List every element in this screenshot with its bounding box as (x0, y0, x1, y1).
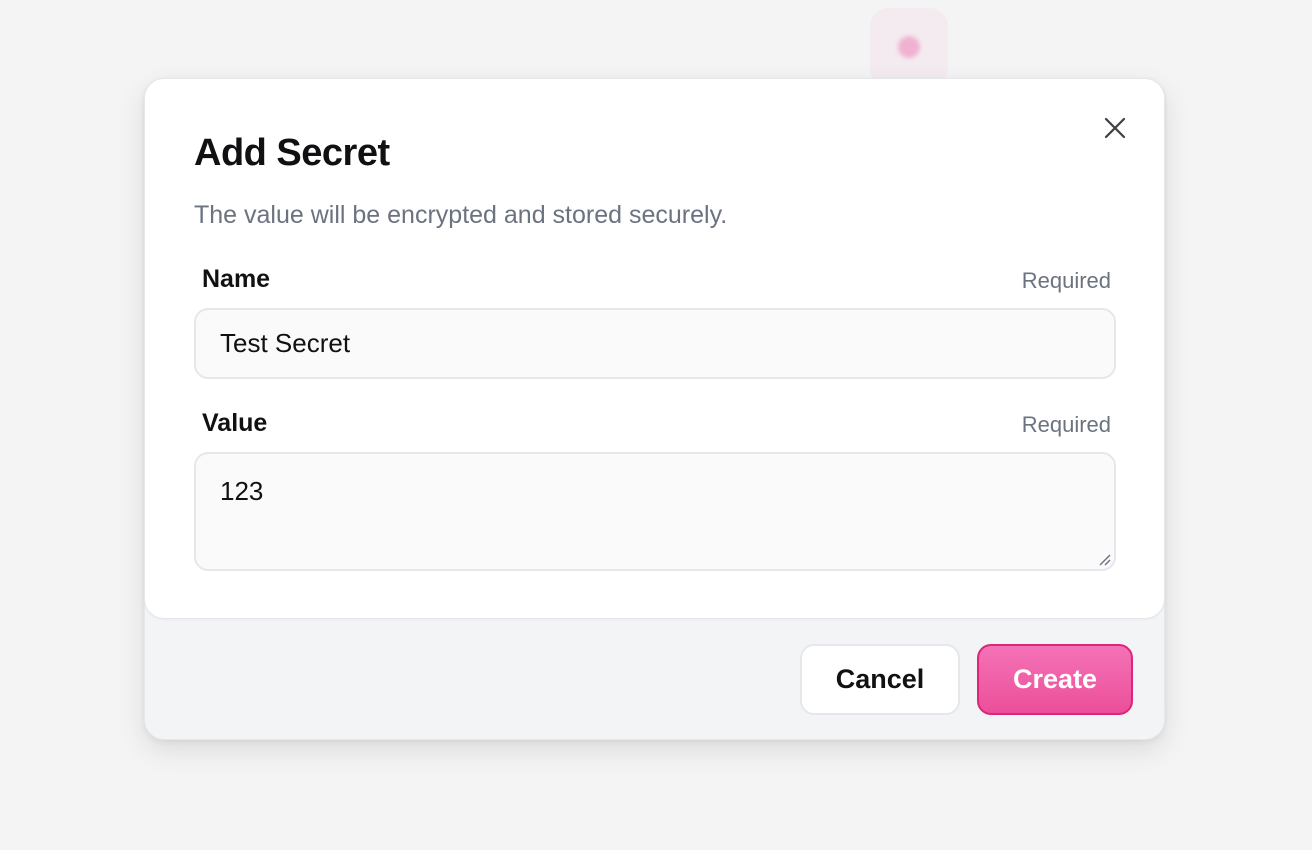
dialog-subtitle: The value will be encrypted and stored s… (194, 201, 728, 229)
dialog-body: Add Secret The value will be encrypted a… (144, 78, 1165, 619)
dialog-title: Add Secret (194, 132, 390, 174)
name-required-text: Required (1021, 268, 1111, 293)
resize-grip-icon[interactable] (1096, 551, 1112, 567)
value-required-text: Required (1021, 412, 1111, 437)
name-field-label: Name (202, 265, 271, 293)
name-input[interactable]: Test Secret (194, 308, 1116, 379)
create-button[interactable]: Create (977, 644, 1133, 715)
value-textarea-text: 123 (220, 476, 264, 506)
close-button[interactable] (1102, 115, 1128, 141)
cancel-button[interactable]: Cancel (800, 644, 960, 715)
status-dot-icon (898, 36, 920, 58)
close-icon (1104, 117, 1126, 139)
value-textarea[interactable]: 123 (194, 452, 1116, 571)
add-secret-dialog: Add Secret The value will be encrypted a… (144, 78, 1165, 740)
background-indicator (870, 8, 948, 86)
value-field-label: Value (202, 409, 268, 437)
